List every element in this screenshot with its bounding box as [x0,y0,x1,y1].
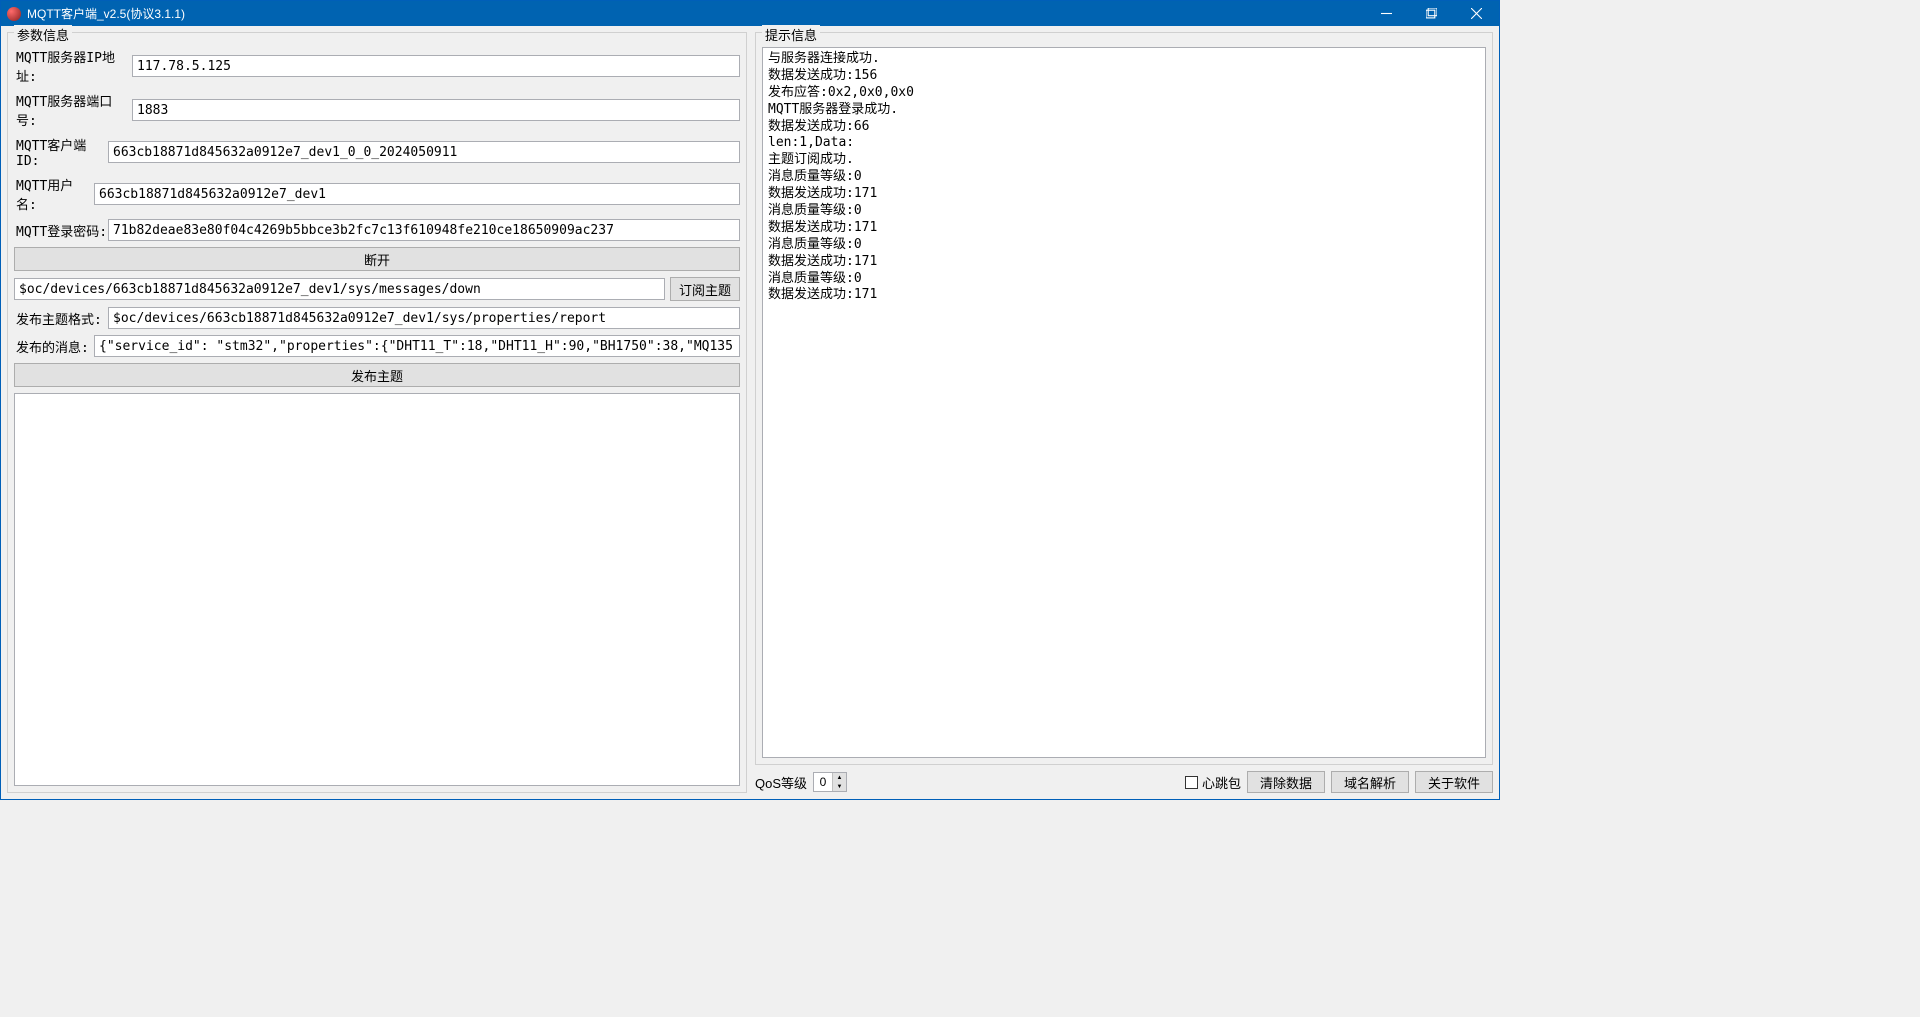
checkbox-box-icon [1185,776,1198,789]
dns-resolve-button[interactable]: 域名解析 [1331,771,1409,793]
log-group: 提示信息 与服务器连接成功. 数据发送成功:156 发布应答:0x2,0x0,0… [755,32,1493,765]
window-title: MQTT客户端_v2.5(协议3.1.1) [27,5,1364,22]
publish-message-input[interactable] [94,335,740,357]
username-input[interactable] [94,183,740,205]
password-input[interactable] [108,219,740,241]
publish-button[interactable]: 发布主题 [14,363,740,387]
publish-topic-input[interactable] [108,307,740,329]
right-panel: 提示信息 与服务器连接成功. 数据发送成功:156 发布应答:0x2,0x0,0… [755,32,1493,793]
log-output[interactable]: 与服务器连接成功. 数据发送成功:156 发布应答:0x2,0x0,0x0 MQ… [762,47,1486,758]
heartbeat-label: 心跳包 [1202,773,1241,792]
client-id-input[interactable] [108,141,740,163]
app-window: MQTT客户端_v2.5(协议3.1.1) 参数信息 MQTT服务器IP地址: … [0,0,1500,800]
qos-label: QoS等级 [755,773,807,792]
label-username: MQTT用户名: [14,175,94,213]
clear-data-button[interactable]: 清除数据 [1247,771,1325,793]
minimize-button[interactable] [1364,1,1409,26]
qos-down-button[interactable]: ▼ [833,782,846,791]
titlebar[interactable]: MQTT客户端_v2.5(协议3.1.1) [1,1,1499,26]
label-pub-message: 发布的消息: [14,337,94,356]
close-button[interactable] [1454,1,1499,26]
params-group-title: 参数信息 [14,25,72,44]
about-button[interactable]: 关于软件 [1415,771,1493,793]
server-port-input[interactable] [132,99,740,121]
label-server-ip: MQTT服务器IP地址: [14,47,132,85]
label-client-id: MQTT客户端ID: [14,135,108,169]
bottom-bar: QoS等级 ▲ ▼ 心跳包 清除数据 域名解析 关于软件 [755,771,1493,793]
label-server-port: MQTT服务器端口号: [14,91,132,129]
app-icon [7,7,21,21]
qos-spinner[interactable]: ▲ ▼ [813,772,847,792]
subscribe-button[interactable]: 订阅主题 [670,277,740,301]
subscribe-topic-input[interactable] [14,278,665,300]
disconnect-button[interactable]: 断开 [14,247,740,271]
params-group: 参数信息 MQTT服务器IP地址: MQTT服务器端口号: MQTT客户端ID:… [7,32,747,793]
server-ip-input[interactable] [132,55,740,77]
heartbeat-checkbox[interactable]: 心跳包 [1185,773,1241,792]
qos-value-input[interactable] [814,773,832,791]
label-password: MQTT登录密码: [14,221,108,240]
qos-up-button[interactable]: ▲ [833,773,846,782]
received-message-area[interactable] [14,393,740,786]
maximize-button[interactable] [1409,1,1454,26]
log-group-title: 提示信息 [762,25,820,44]
label-pub-topic-fmt: 发布主题格式: [14,309,108,328]
